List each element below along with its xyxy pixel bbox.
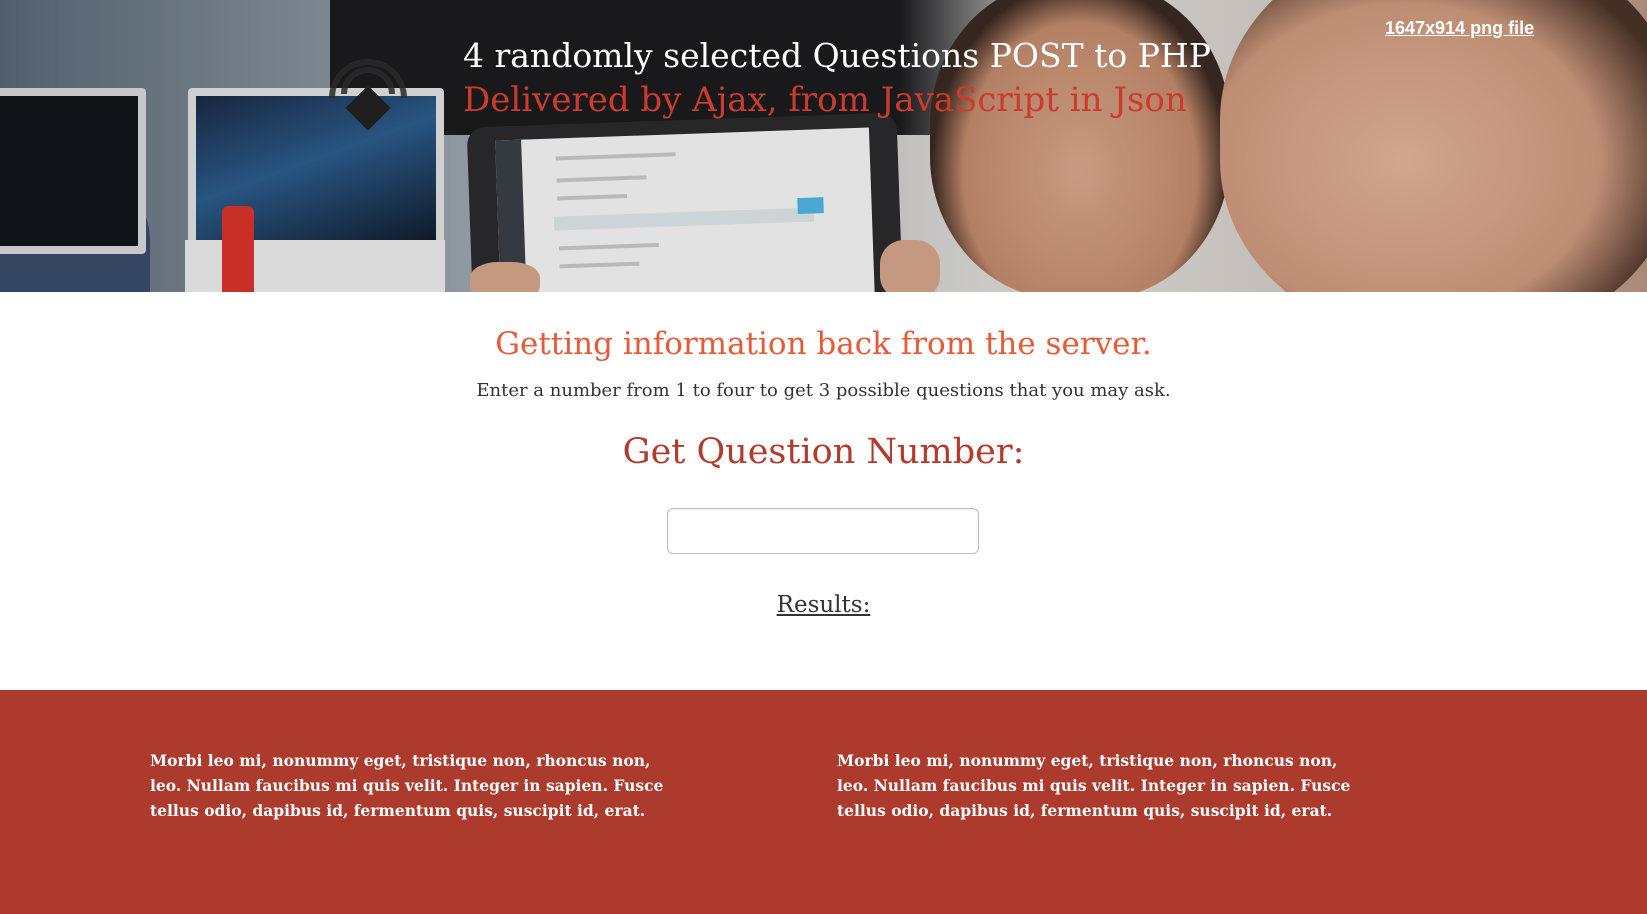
footer: Morbi leo mi, nonummy eget, tristique no… <box>0 690 1647 914</box>
main-content: Getting information back from the server… <box>0 292 1647 690</box>
hero-subtitle: Delivered by Ajax, from JavaScript in Js… <box>463 80 1187 120</box>
png-file-link[interactable]: 1647x914 png file <box>1385 18 1534 39</box>
question-number-input[interactable] <box>667 508 979 554</box>
hero-banner: 4 randomly selected Questions POST to PH… <box>0 0 1647 292</box>
footer-text-left: Morbi leo mi, nonummy eget, tristique no… <box>150 751 664 820</box>
location-pin-logo-icon <box>329 59 407 131</box>
results-label: Results: <box>776 592 871 618</box>
hero-title: 4 randomly selected Questions POST to PH… <box>463 36 1211 75</box>
section-title: Getting information back from the server… <box>495 326 1152 362</box>
footer-text-right: Morbi leo mi, nonummy eget, tristique no… <box>837 751 1351 820</box>
instructions-text: Enter a number from 1 to four to get 3 p… <box>476 380 1171 401</box>
question-number-label: Get Question Number: <box>622 432 1025 472</box>
